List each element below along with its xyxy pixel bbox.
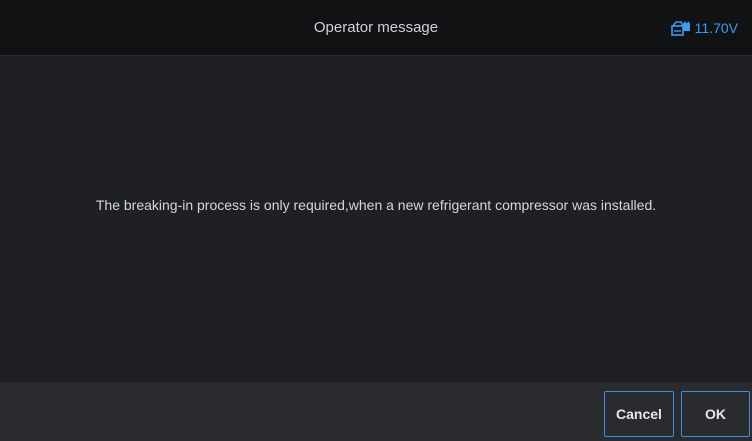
- battery-voltage: 11.70V: [694, 20, 738, 36]
- battery-status: 11.70V: [670, 0, 738, 56]
- operator-message-screen: Operator message 11.70V The breaking-in …: [0, 0, 752, 441]
- page-title: Operator message: [313, 19, 439, 36]
- cancel-button[interactable]: Cancel: [604, 391, 674, 437]
- message-area: The breaking-in process is only required…: [0, 57, 752, 382]
- button-bar: Cancel OK: [0, 382, 752, 441]
- ok-button[interactable]: OK: [681, 391, 750, 437]
- operator-message-text: The breaking-in process is only required…: [95, 197, 657, 213]
- car-battery-icon: [670, 20, 691, 36]
- title-bar: Operator message 11.70V: [0, 0, 752, 56]
